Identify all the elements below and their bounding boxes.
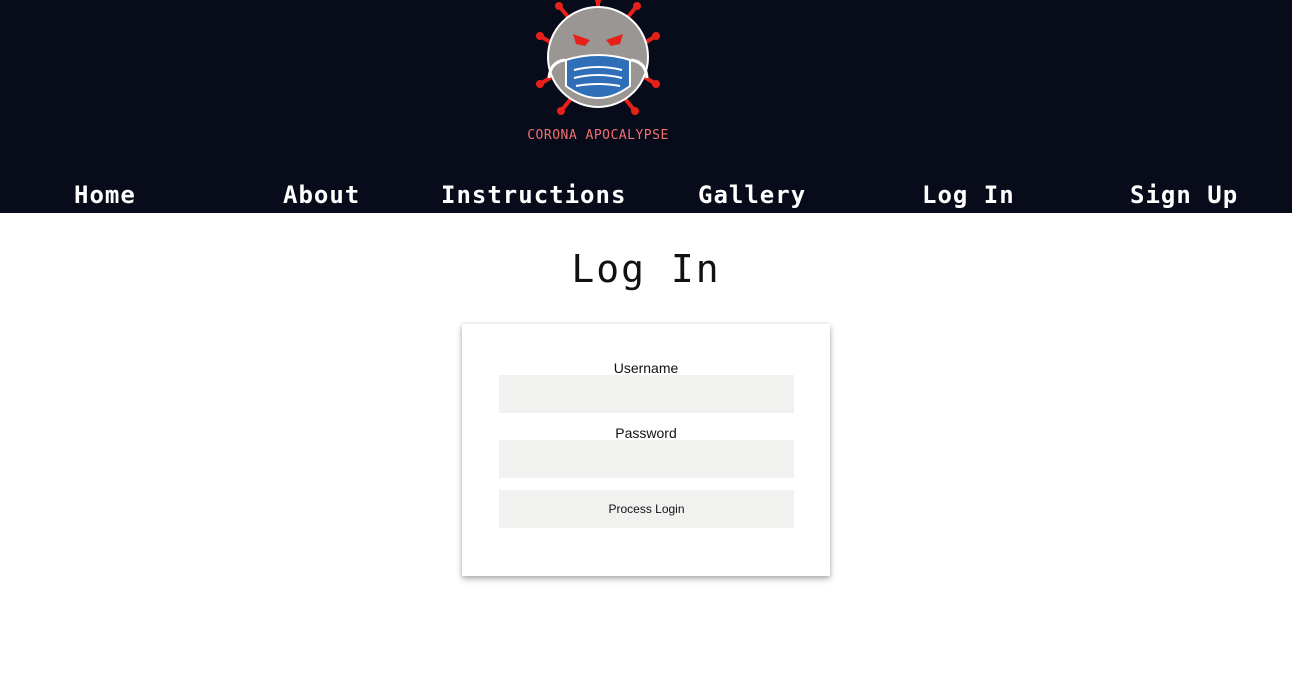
process-login-button[interactable]: Process Login: [499, 490, 794, 528]
username-label: Username: [613, 360, 679, 376]
nav-link-instructions[interactable]: Instructions: [441, 176, 626, 214]
page-title: Log In: [571, 247, 721, 291]
nav-link-about[interactable]: About: [283, 176, 360, 214]
masked-virus-icon[interactable]: [533, 0, 663, 122]
nav-link-sign-up[interactable]: Sign Up: [1130, 176, 1238, 214]
brand-name: CORONA APOCALYPSE: [527, 128, 669, 143]
nav-link-home[interactable]: Home: [74, 176, 136, 214]
password-label: Password: [615, 425, 677, 441]
username-input[interactable]: [499, 375, 794, 413]
login-card: Username Password Process Login: [462, 324, 830, 576]
main-nav: Home About Instructions Gallery Log In S…: [0, 176, 1292, 213]
nav-link-gallery[interactable]: Gallery: [698, 176, 806, 214]
nav-link-log-in[interactable]: Log In: [922, 176, 1015, 214]
password-input[interactable]: [499, 440, 794, 478]
site-header: CORONA APOCALYPSE Home About Instruction…: [0, 0, 1292, 213]
